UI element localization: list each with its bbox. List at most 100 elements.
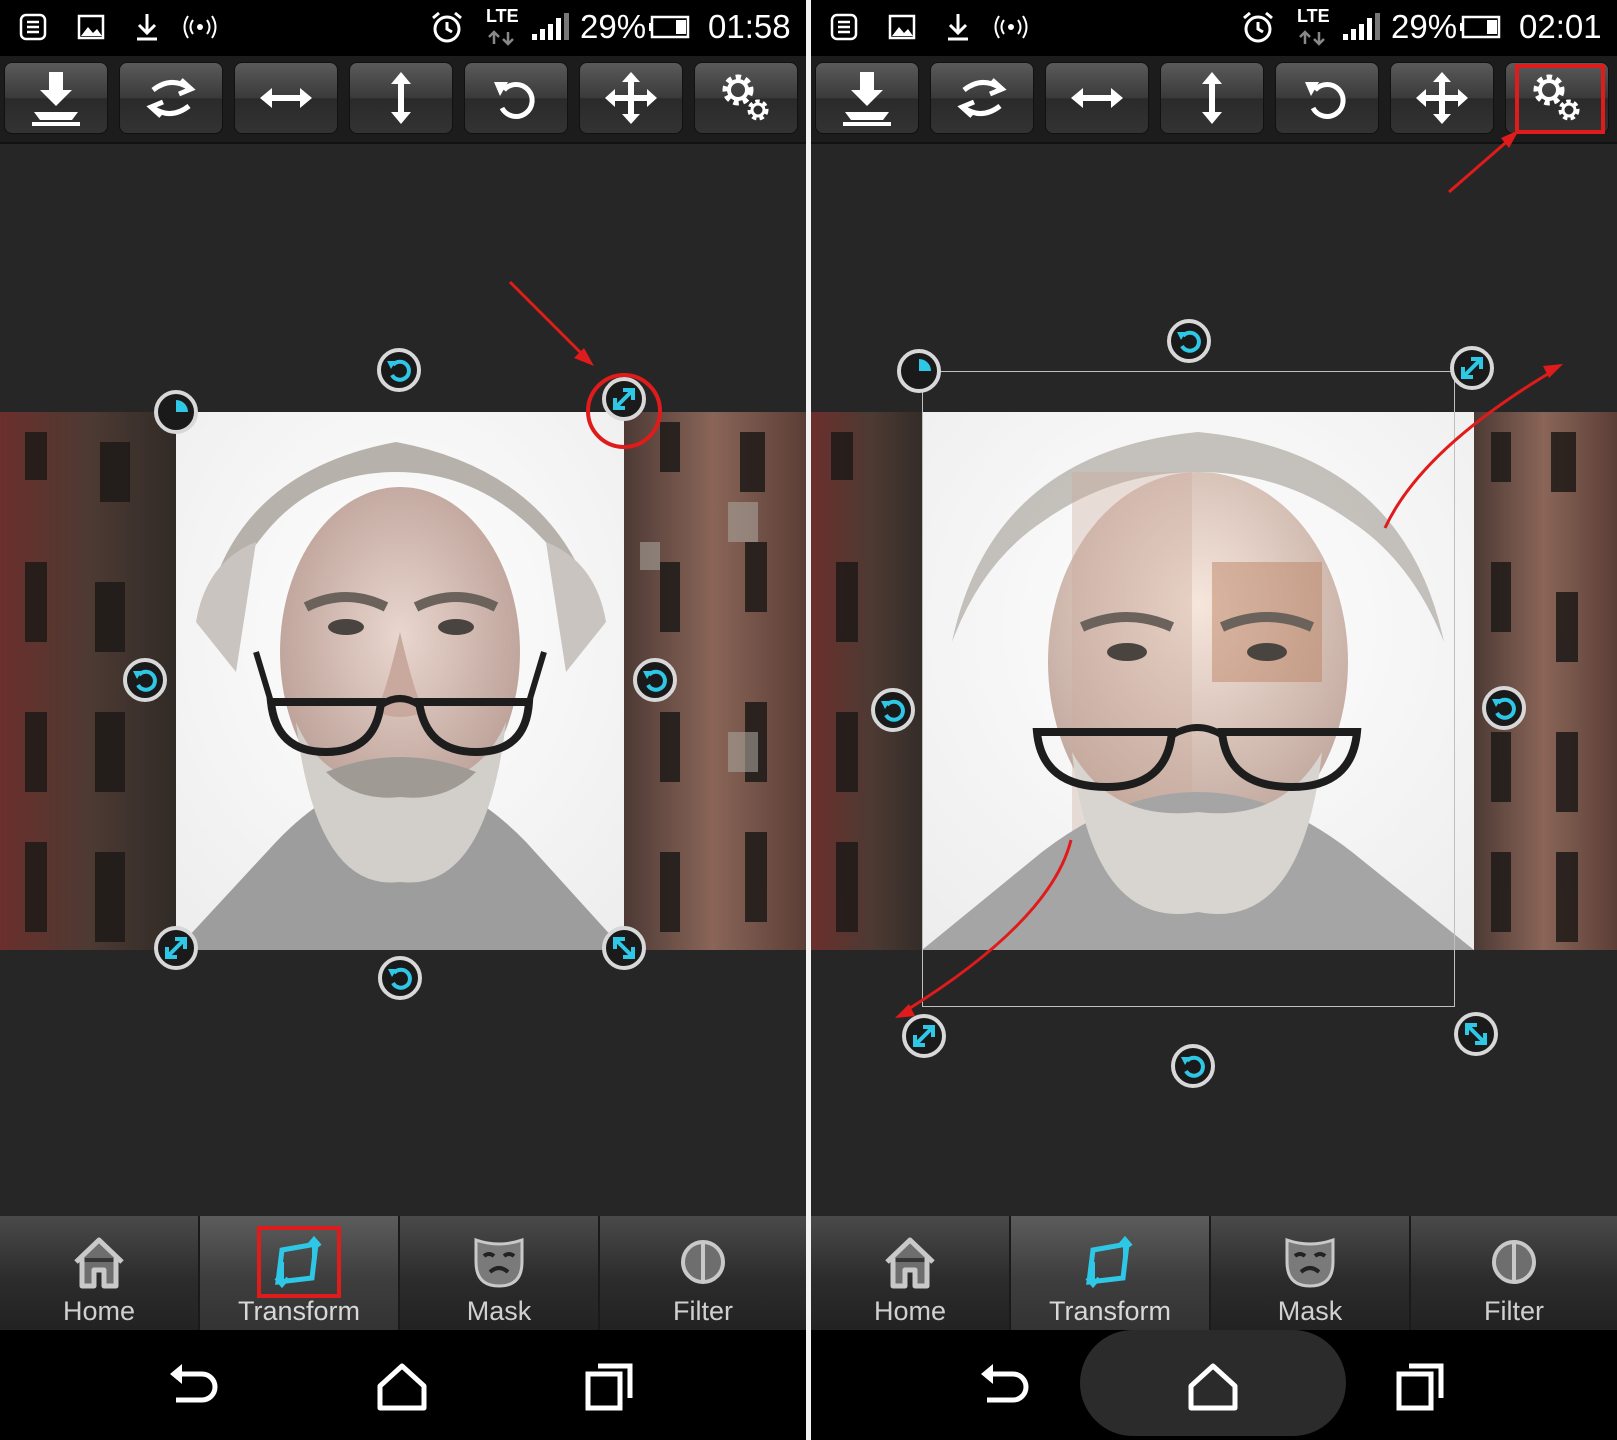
rotate-handle-left[interactable]	[871, 688, 915, 732]
resize-diagonal-icon	[1465, 1023, 1487, 1045]
tab-home[interactable]: Home	[0, 1216, 200, 1330]
system-nav-bar	[811, 1330, 1617, 1440]
resize-diagonal-icon	[913, 1025, 935, 1047]
rotate-icon	[1177, 330, 1201, 353]
settings-button[interactable]	[694, 62, 798, 134]
alarm-icon	[1243, 11, 1273, 43]
back-icon[interactable]	[973, 1358, 1033, 1414]
save-button[interactable]	[815, 62, 919, 134]
transform-icon	[1085, 1235, 1133, 1289]
alarm-icon	[432, 11, 462, 43]
corner-handle-top-left[interactable]	[154, 390, 198, 434]
bottom-tab-bar: Home Transform Mask Filter	[0, 1216, 806, 1330]
recent-apps-icon[interactable]	[1391, 1358, 1451, 1414]
flip-vertical-icon	[1202, 72, 1222, 124]
filter-icon	[681, 1240, 725, 1284]
flip-horizontal-button[interactable]	[1045, 62, 1149, 134]
rotate-icon	[1305, 81, 1346, 119]
home-nav-icon[interactable]	[1183, 1358, 1243, 1414]
clock-icon	[919, 359, 931, 371]
rotate-icon	[643, 669, 667, 692]
rotate-handle-left[interactable]	[123, 658, 167, 702]
scale-handle-bottom-left[interactable]	[902, 1014, 946, 1058]
corner-handle-top-left[interactable]	[897, 349, 941, 393]
settings-button[interactable]	[1505, 62, 1609, 134]
move-button[interactable]	[1390, 62, 1494, 134]
rotate-icon	[494, 81, 535, 119]
rotate-handle-right[interactable]	[1482, 686, 1526, 730]
status-bar: LTE 29% 02:01	[811, 0, 1617, 56]
tab-label: Transform	[1048, 1296, 1171, 1326]
flip-vertical-button[interactable]	[349, 62, 453, 134]
resize-diagonal-icon	[613, 937, 635, 959]
network-type: LTE	[486, 6, 519, 26]
screen-right: LTE 29% 02:01 Home Transform Mask Filter	[811, 0, 1617, 1440]
resize-diagonal-icon	[165, 937, 187, 959]
tab-transform[interactable]: Transform	[1011, 1216, 1211, 1330]
rotate-handle-top[interactable]	[377, 348, 421, 392]
swap-icon	[146, 78, 196, 118]
rotate-handle-bottom[interactable]	[1171, 1044, 1215, 1088]
editor-canvas[interactable]	[0, 146, 806, 1216]
home-nav-icon[interactable]	[372, 1358, 432, 1414]
flip-vertical-button[interactable]	[1160, 62, 1264, 134]
rotate-button[interactable]	[464, 62, 568, 134]
battery-icon	[1460, 15, 1501, 39]
battery-percent: 29%	[1391, 8, 1458, 45]
rotate-handle-right[interactable]	[633, 658, 677, 702]
data-arrows-icon	[1299, 30, 1325, 46]
tab-home[interactable]: Home	[811, 1216, 1011, 1330]
resize-diagonal-icon	[613, 388, 635, 410]
recent-apps-icon[interactable]	[580, 1358, 640, 1414]
editor-canvas[interactable]	[811, 146, 1617, 1216]
tab-label: Filter	[673, 1296, 733, 1326]
tab-filter[interactable]: Filter	[1411, 1216, 1617, 1330]
rotate-button[interactable]	[1275, 62, 1379, 134]
download-icon	[137, 14, 157, 41]
move-icon	[1416, 72, 1468, 124]
network-type: LTE	[1297, 6, 1330, 26]
scale-handle-bottom-right[interactable]	[1454, 1012, 1498, 1056]
settings-icon	[1533, 74, 1580, 121]
home-icon	[74, 1237, 124, 1289]
status-bar: LTE 29% 01:58	[0, 0, 806, 56]
tab-label: Home	[873, 1296, 947, 1326]
tab-filter[interactable]: Filter	[600, 1216, 806, 1330]
rotate-handle-bottom[interactable]	[378, 956, 422, 1000]
toolbar	[0, 56, 806, 144]
rotate-icon	[133, 669, 157, 692]
flip-horizontal-button[interactable]	[234, 62, 338, 134]
gallery-icon	[888, 14, 916, 40]
scale-handle-top-right[interactable]	[1450, 346, 1494, 390]
system-nav-bar	[0, 1330, 806, 1440]
scale-handle-top-right[interactable]	[602, 377, 646, 421]
notification-icon	[830, 13, 858, 41]
tab-mask[interactable]: Mask	[400, 1216, 600, 1330]
tab-label: Mask	[466, 1296, 532, 1326]
swap-button[interactable]	[119, 62, 223, 134]
rotate-icon	[881, 699, 905, 722]
tab-transform[interactable]: Transform	[200, 1216, 400, 1330]
back-icon[interactable]	[162, 1358, 222, 1414]
rotate-icon	[388, 967, 412, 990]
save-icon	[32, 72, 80, 126]
mask-icon	[474, 1237, 524, 1288]
tab-label: Mask	[1277, 1296, 1343, 1326]
download-icon	[948, 14, 968, 41]
rotate-icon	[387, 359, 411, 382]
tab-label: Transform	[237, 1296, 360, 1326]
gallery-icon	[77, 14, 105, 40]
home-icon	[885, 1237, 935, 1289]
mask-icon	[1285, 1237, 1335, 1288]
swap-icon	[957, 78, 1007, 118]
rotate-handle-top[interactable]	[1167, 319, 1211, 363]
data-arrows-icon	[488, 30, 514, 46]
tab-mask[interactable]: Mask	[1211, 1216, 1411, 1330]
scale-handle-bottom-left[interactable]	[154, 926, 198, 970]
swap-button[interactable]	[930, 62, 1034, 134]
face-photo[interactable]	[176, 412, 624, 950]
filter-icon	[1492, 1240, 1536, 1284]
save-button[interactable]	[4, 62, 108, 134]
scale-handle-bottom-right[interactable]	[602, 926, 646, 970]
move-button[interactable]	[579, 62, 683, 134]
